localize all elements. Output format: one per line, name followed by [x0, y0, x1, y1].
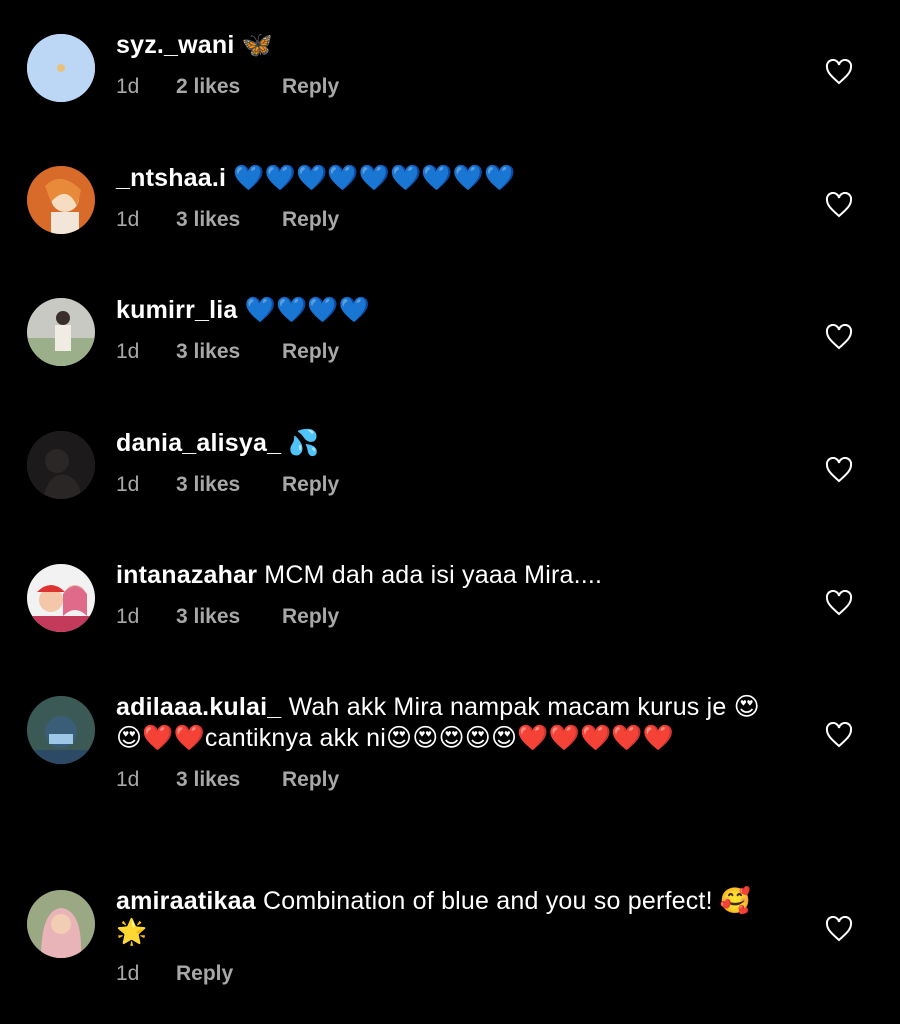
comment-time: 1d [116, 473, 140, 496]
heart-icon[interactable] [825, 59, 853, 85]
comment-username[interactable]: adilaaa.kulai_ [116, 693, 281, 721]
reply-button[interactable]: Reply [282, 75, 339, 99]
avatar[interactable] [27, 890, 95, 958]
heart-icon[interactable] [825, 722, 853, 748]
avatar[interactable] [27, 696, 95, 764]
comment-likes[interactable]: 3 likes [176, 605, 282, 629]
comment-username[interactable]: intanazahar [116, 561, 257, 589]
comment-username[interactable]: dania_alisya_ [116, 429, 281, 457]
comment-text: 💦 [288, 428, 320, 457]
reply-button[interactable]: Reply [282, 605, 339, 629]
reply-button[interactable]: Reply [282, 473, 339, 497]
heart-icon[interactable] [825, 916, 853, 942]
comment-text: MCM dah ada isi yaaa Mira.... [264, 561, 603, 589]
heart-icon[interactable] [825, 192, 853, 218]
heart-icon[interactable] [825, 324, 853, 350]
comment-likes[interactable]: 3 likes [176, 340, 282, 364]
heart-icon[interactable] [825, 590, 853, 616]
avatar[interactable] [27, 298, 95, 366]
comment-time: 1d [116, 75, 140, 98]
comment-likes[interactable]: 3 likes [176, 208, 282, 232]
comment-likes[interactable]: 3 likes [176, 768, 282, 792]
reply-button[interactable]: Reply [282, 208, 339, 232]
avatar[interactable] [27, 166, 95, 234]
comment-username[interactable]: amiraatikaa [116, 887, 256, 915]
avatar[interactable] [27, 564, 95, 632]
comment-text: 💙💙💙💙💙💙💙💙💙 [233, 163, 516, 192]
comment-time: 1d [116, 340, 140, 363]
reply-button[interactable]: Reply [176, 962, 233, 986]
comment-text: 🦋 [241, 30, 274, 59]
comment-time: 1d [116, 605, 140, 628]
reply-button[interactable]: Reply [282, 768, 339, 792]
avatar[interactable] [27, 34, 95, 102]
reply-button[interactable]: Reply [282, 340, 339, 364]
comment-text: 💙💙💙💙 [244, 295, 370, 324]
comment-time: 1d [116, 962, 140, 985]
avatar[interactable] [27, 431, 95, 499]
comment-username[interactable]: syz._wani [116, 31, 235, 59]
heart-icon[interactable] [825, 457, 853, 483]
comment-username[interactable]: _ntshaa.i [116, 164, 226, 192]
comment-likes[interactable]: 2 likes [176, 75, 282, 99]
comment-time: 1d [116, 768, 140, 791]
comment-likes[interactable]: 3 likes [176, 473, 282, 497]
comment-time: 1d [116, 208, 140, 231]
comment-username[interactable]: kumirr_lia [116, 296, 238, 324]
